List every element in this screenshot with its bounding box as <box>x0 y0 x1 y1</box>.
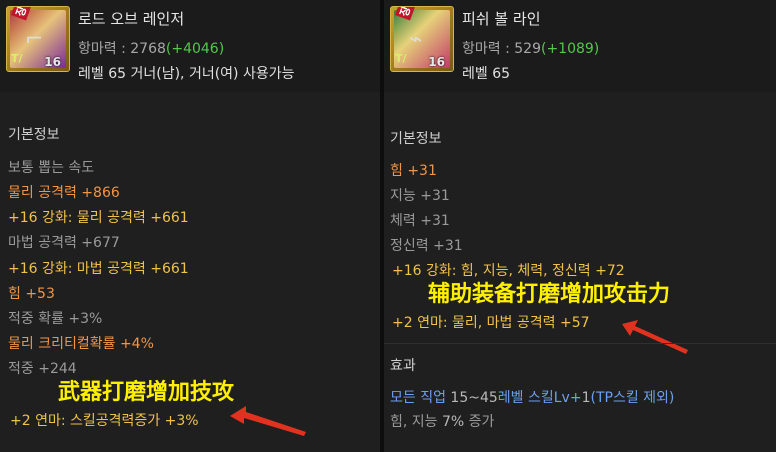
item-level: 16 <box>428 55 445 69</box>
red-arrow-icon <box>622 320 688 354</box>
secondary-tooltip-panel: 장비 ⌁ T/ 16 피쉬 볼 라인 항마력 : 529(+1089) 레벨 6… <box>384 0 776 452</box>
enhance-line: +16 강화: 마법 공격력 +661 <box>8 261 189 277</box>
stat-line: 힘 +53 <box>8 286 55 302</box>
stat-line: 마법 공격력 +677 <box>8 235 120 251</box>
polish-line: +2 연마: 스킬공격력증가 +3% <box>10 413 199 429</box>
magic-resist-bonus: (+4046) <box>165 41 225 57</box>
magic-resist-row: 항마력 : 2768(+4046) <box>78 38 224 58</box>
section-title-basic-info: 기본정보 <box>390 131 442 147</box>
item-name: 피쉬 볼 라인 <box>462 10 541 28</box>
annotation-text: 辅助装备打磨增加攻击力 <box>428 282 671 307</box>
stat-line: 지능 +31 <box>390 188 450 204</box>
weapon-item-icon[interactable]: 장비 ⌐ T/ 16 <box>6 6 70 72</box>
effect-line: 힘, 지능 7% 증가 <box>390 414 495 430</box>
divider <box>384 343 776 344</box>
stat-line: 보통 뽑는 속도 <box>8 160 95 176</box>
magic-resist-bonus: (+1089) <box>540 41 600 57</box>
magic-resist-value: 항마력 : 2768 <box>78 41 166 57</box>
red-arrow-icon <box>230 406 306 436</box>
stat-line: 힘 +31 <box>390 163 437 179</box>
enhance-line: +16 강화: 물리 공격력 +661 <box>8 210 189 226</box>
requirement: 레벨 65 <box>462 66 511 82</box>
tl-icon: T/ <box>11 52 23 65</box>
magic-resist-row: 항마력 : 529(+1089) <box>462 38 599 58</box>
item-name: 로드 오브 레인저 <box>78 10 185 28</box>
polish-line: +2 연마: 물리, 마법 공격력 +57 <box>392 315 590 331</box>
magic-resist-value: 항마력 : 529 <box>462 41 541 57</box>
stat-line: 정신력 +31 <box>390 238 463 254</box>
item-level: 16 <box>44 55 61 69</box>
rod-icon: ⌁ <box>409 27 423 52</box>
secondary-item-icon[interactable]: 장비 ⌁ T/ 16 <box>390 6 454 72</box>
stat-line: 적중 확률 +3% <box>8 311 103 327</box>
weapon-header: 장비 ⌐ T/ 16 로드 오브 레인저 항마력 : 2768(+4046) 레… <box>0 0 380 92</box>
weapon-tooltip-panel: 장비 ⌐ T/ 16 로드 오브 레인저 항마력 : 2768(+4046) 레… <box>0 0 380 452</box>
stat-line: 물리 크리티컬확률 +4% <box>8 336 154 352</box>
stat-line: 물리 공격력 +866 <box>8 185 120 201</box>
section-title-effect: 효과 <box>390 358 416 374</box>
effect-line: 모든 직업 15~45레벨 스킬Lv+1(TP스킬 제외) <box>390 390 675 406</box>
requirement: 레벨 65 거너(남), 거너(여) 사용가능 <box>78 66 295 82</box>
section-title-basic-info: 기본정보 <box>8 127 60 143</box>
annotation-text: 武器打磨增加技攻 <box>58 380 235 405</box>
stat-line: 체력 +31 <box>390 213 450 229</box>
secondary-header: 장비 ⌁ T/ 16 피쉬 볼 라인 항마력 : 529(+1089) 레벨 6… <box>384 0 776 92</box>
pistol-icon: ⌐ <box>25 27 44 52</box>
tl-icon: T/ <box>395 52 407 65</box>
